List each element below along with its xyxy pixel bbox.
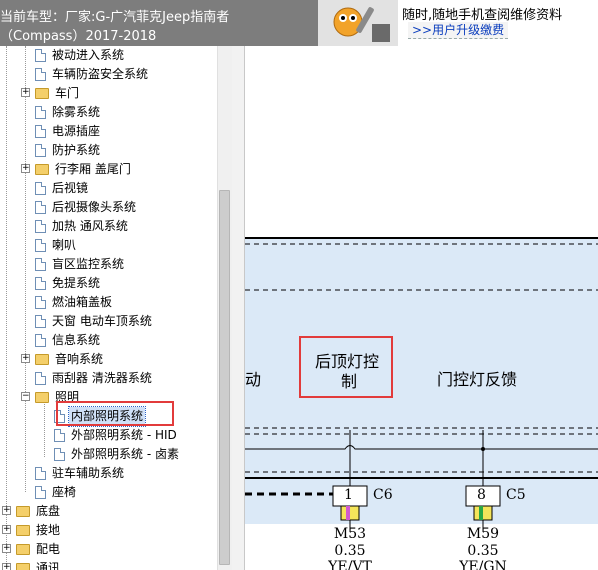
collapse-toggle[interactable]: − <box>21 392 30 401</box>
expand-toggle[interactable]: + <box>2 525 11 534</box>
tree-folder[interactable]: 行李厢 盖尾门 <box>35 160 133 179</box>
connector-name: C5 <box>506 487 526 503</box>
tree-item[interactable]: 盲区监控系统 <box>35 255 126 274</box>
expand-toggle[interactable]: + <box>21 164 30 173</box>
pin-number: 8 <box>477 487 486 503</box>
document-icon <box>54 448 65 461</box>
document-icon <box>35 220 46 233</box>
tree-item[interactable]: 后视摄像头系统 <box>35 198 138 217</box>
expand-toggle[interactable]: + <box>2 544 11 553</box>
wire-id: M53 <box>333 526 367 542</box>
document-icon <box>35 296 46 309</box>
tree-folder[interactable]: 底盘 <box>16 502 62 521</box>
expand-toggle[interactable]: + <box>2 506 11 515</box>
tree-item[interactable]: 电源插座 <box>35 122 102 141</box>
tree-item[interactable]: 座椅 <box>35 483 78 502</box>
folder-icon <box>16 525 30 536</box>
document-icon <box>35 125 46 138</box>
tree-item[interactable]: 雨刮器 清洗器系统 <box>35 369 154 388</box>
expand-toggle[interactable]: + <box>21 88 30 97</box>
connector-name: C6 <box>373 487 393 503</box>
tree-item[interactable]: 加热 通风系统 <box>35 217 130 236</box>
tree-folder[interactable]: 配电 <box>16 540 62 559</box>
header-bar: 当前车型：厂家:G-广汽菲克Jeep指南者 （Compass）2017-2018… <box>0 0 598 46</box>
folder-icon <box>16 563 30 570</box>
tree-folder[interactable]: 音响系统 <box>35 350 105 369</box>
tree-folder[interactable]: 通讯 <box>16 559 62 570</box>
folder-icon <box>16 544 30 555</box>
tree-item[interactable]: 驻车辅助系统 <box>35 464 126 483</box>
tree-guide-line <box>44 401 45 457</box>
mascot-icon <box>318 0 398 46</box>
door-light-feedback-label: 门控灯反馈 <box>437 370 518 389</box>
document-icon <box>35 334 46 347</box>
tree-item[interactable]: 外部照明系统 - HID <box>54 426 179 445</box>
document-icon <box>35 486 46 499</box>
document-icon <box>35 68 46 81</box>
document-icon <box>35 315 46 328</box>
panel-splitter[interactable] <box>232 46 245 570</box>
tree-item[interactable]: 燃油箱盖板 <box>35 293 114 312</box>
folder-icon <box>16 506 30 517</box>
folder-icon <box>35 164 49 175</box>
expand-toggle[interactable]: + <box>21 354 30 363</box>
document-icon <box>35 239 46 252</box>
upgrade-link[interactable]: >>用户升级缴费 <box>408 22 509 39</box>
expand-toggle[interactable]: + <box>2 563 11 570</box>
tree-item[interactable]: 被动进入系统 <box>35 46 126 65</box>
current-model-line1: 当前车型：厂家:G-广汽菲克Jeep指南者 <box>0 10 230 25</box>
current-model-panel: 当前车型：厂家:G-广汽菲克Jeep指南者 （Compass）2017-2018 <box>0 0 318 46</box>
tree-scrollbar-thumb[interactable] <box>219 190 230 565</box>
document-icon <box>35 201 46 214</box>
partial-label: 动 <box>245 370 262 389</box>
tree-folder[interactable]: 接地 <box>16 521 62 540</box>
highlight-box-diagram <box>299 336 393 398</box>
tree-folder[interactable]: 车门 <box>35 84 81 103</box>
tree-item[interactable]: 喇叭 <box>35 236 78 255</box>
document-icon <box>35 258 46 271</box>
current-model-line2: （Compass）2017-2018 <box>0 29 157 44</box>
document-icon <box>35 372 46 385</box>
tree-item[interactable]: 信息系统 <box>35 331 102 350</box>
wiring-lines <box>245 237 598 532</box>
tree-item[interactable]: 后视镜 <box>35 179 90 198</box>
document-icon <box>54 429 65 442</box>
pin-number: 1 <box>344 487 353 503</box>
wire-gauge: 0.35 <box>334 543 366 559</box>
category-tree: 被动进入系统 车辆防盗安全系统 + 车门 除雾系统 电源插座 防护系统 + 行李… <box>0 46 232 570</box>
tree-item[interactable]: 除雾系统 <box>35 103 102 122</box>
wire-id: M59 <box>466 526 500 542</box>
document-icon <box>35 182 46 195</box>
open-folder-icon <box>35 392 49 403</box>
document-icon <box>35 277 46 290</box>
highlight-box-tree <box>56 401 174 426</box>
tree-item[interactable]: 天窗 电动车顶系统 <box>35 312 154 331</box>
wire-color: YE/GN <box>459 559 507 570</box>
tree-guide-line <box>25 46 26 492</box>
folder-icon <box>35 354 49 365</box>
wiring-diagram: 动 后顶灯控 制 门控灯反馈 1 C6 8 C5 M53 0.35 YE/VT … <box>245 46 598 570</box>
wire-gauge: 0.35 <box>467 543 499 559</box>
tree-item[interactable]: 车辆防盗安全系统 <box>35 65 150 84</box>
folder-icon <box>35 88 49 99</box>
tree-item[interactable]: 免提系统 <box>35 274 102 293</box>
document-icon <box>35 467 46 480</box>
tree-item[interactable]: 防护系统 <box>35 141 102 160</box>
document-icon <box>35 144 46 157</box>
tree-item[interactable]: 外部照明系统 - 卤素 <box>54 445 181 464</box>
wire-color: YE/VT <box>328 559 372 570</box>
document-icon <box>35 49 46 62</box>
tree-guide-line <box>6 46 7 570</box>
document-icon <box>35 106 46 119</box>
ad-text: 随时,随地手机查阅维修资料 <box>402 8 563 23</box>
